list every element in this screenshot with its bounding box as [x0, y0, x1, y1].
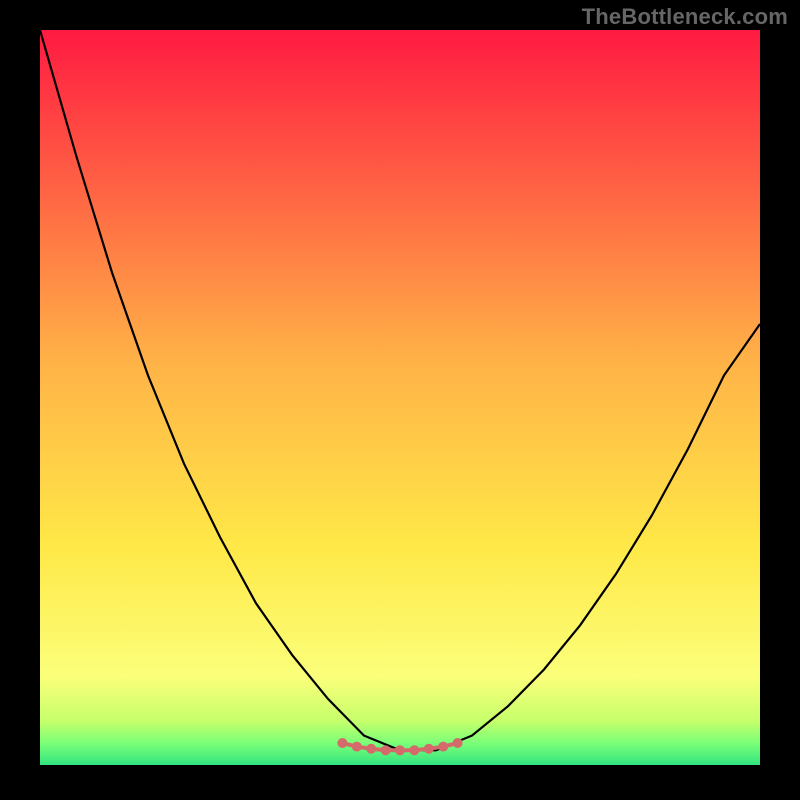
basin-marker-dot: [438, 742, 448, 752]
basin-marker-dot: [337, 738, 347, 748]
plot-area: [40, 30, 760, 765]
basin-marker-dot: [366, 744, 376, 754]
basin-marker-dot: [352, 742, 362, 752]
basin-marker-dot: [424, 744, 434, 754]
basin-marker-dot: [409, 745, 419, 755]
chart-frame: TheBottleneck.com: [0, 0, 800, 800]
basin-marker-dot: [453, 738, 463, 748]
basin-marker-dot: [395, 745, 405, 755]
watermark-text: TheBottleneck.com: [582, 4, 788, 30]
gradient-background: [40, 30, 760, 765]
basin-marker-dot: [381, 745, 391, 755]
chart-svg: [40, 30, 760, 765]
